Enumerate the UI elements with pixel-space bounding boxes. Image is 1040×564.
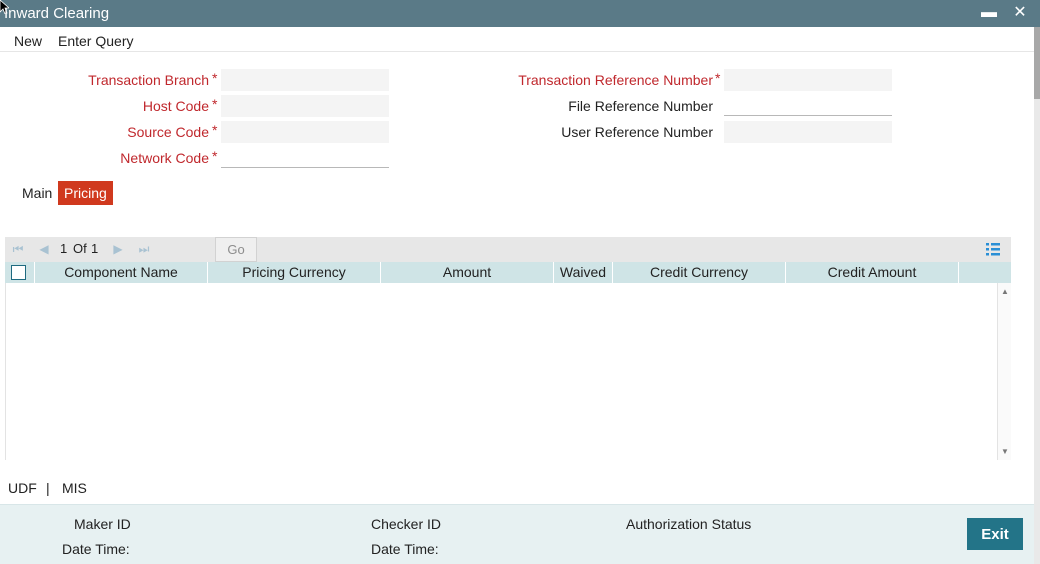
previous-page-icon[interactable]: ◀ (37, 241, 51, 257)
scroll-up-icon[interactable]: ▲ (1001, 287, 1009, 296)
mis-link[interactable]: MIS (62, 480, 87, 496)
file-reference-number-label: File Reference Number (568, 98, 713, 114)
window-scrollbar-thumb[interactable] (1034, 27, 1040, 99)
current-page: 1 (60, 241, 68, 256)
list-view-icon[interactable] (985, 241, 1001, 257)
window-title: Inward Clearing (4, 5, 110, 22)
column-header[interactable]: Credit Amount (786, 262, 959, 283)
pricing-grid: ⏮ ◀ 1 Of 1 ▶ ⏭ Go Component Name Pricing… (5, 237, 1011, 460)
minimize-icon[interactable]: ▬ (979, 3, 999, 23)
link-separator: | (46, 480, 50, 496)
host-code-field[interactable] (221, 95, 389, 117)
source-code-field[interactable] (221, 121, 389, 143)
source-code-label: Source Code (127, 124, 209, 140)
transaction-reference-number-field[interactable] (724, 69, 892, 91)
network-code-label: Network Code (120, 150, 209, 166)
column-header[interactable]: Waived (554, 262, 613, 283)
grid-pager: ⏮ ◀ 1 Of 1 ▶ ⏭ Go (5, 237, 1011, 262)
total-pages: 1 (91, 241, 99, 256)
select-all-cell (5, 262, 35, 283)
menu-bar: New Enter Query (0, 27, 1034, 52)
checker-id-label: Checker ID (371, 516, 442, 532)
required-marker: * (212, 70, 218, 86)
audit-footer: Maker ID Date Time: Checker ID Date Time… (0, 504, 1034, 564)
network-code-field[interactable] (221, 146, 389, 168)
go-button[interactable]: Go (215, 237, 257, 262)
window-titlebar: Inward Clearing ▬ ✕ (0, 0, 1040, 27)
transaction-branch-label: Transaction Branch (88, 72, 209, 88)
page-of-label: Of (73, 241, 87, 256)
enter-query-menu-item[interactable]: Enter Query (58, 33, 133, 49)
required-marker: * (212, 122, 218, 138)
first-page-icon[interactable]: ⏮ (11, 241, 25, 257)
new-menu-item[interactable]: New (14, 33, 42, 49)
select-all-checkbox[interactable] (11, 265, 26, 280)
grid-body (5, 283, 997, 460)
transaction-branch-field[interactable] (221, 69, 389, 91)
transaction-reference-number-label: Transaction Reference Number (518, 72, 713, 88)
scroll-down-icon[interactable]: ▼ (1001, 447, 1009, 456)
grid-scrollbar[interactable]: ▲ ▼ (997, 283, 1011, 460)
column-header[interactable]: Component Name (35, 262, 208, 283)
maker-id-label: Maker ID (74, 516, 131, 532)
maker-date-time-label: Date Time: (62, 541, 130, 557)
column-header[interactable]: Amount (381, 262, 554, 283)
column-header[interactable]: Credit Currency (613, 262, 786, 283)
tab-main[interactable]: Main (16, 181, 58, 205)
close-icon[interactable]: ✕ (1010, 3, 1030, 23)
exit-button[interactable]: Exit (967, 518, 1023, 550)
host-code-label: Host Code (142, 98, 209, 114)
column-header[interactable]: Pricing Currency (208, 262, 381, 283)
last-page-icon[interactable]: ⏭ (137, 241, 151, 257)
required-marker: * (715, 70, 721, 86)
file-reference-number-field[interactable] (724, 94, 892, 116)
tab-pricing[interactable]: Pricing (58, 181, 113, 205)
user-reference-number-label: User Reference Number (561, 124, 713, 140)
required-marker: * (212, 96, 218, 112)
window-scrollbar[interactable] (1034, 27, 1040, 564)
authorization-status-label: Authorization Status (626, 516, 752, 532)
user-reference-number-field[interactable] (724, 121, 892, 143)
grid-header-row: Component Name Pricing Currency Amount W… (5, 262, 1011, 283)
checker-date-time-label: Date Time: (371, 541, 439, 557)
next-page-icon[interactable]: ▶ (111, 241, 125, 257)
subscreen-links: UDF | MIS (0, 472, 1034, 504)
required-marker: * (212, 148, 218, 164)
udf-link[interactable]: UDF (8, 480, 37, 496)
